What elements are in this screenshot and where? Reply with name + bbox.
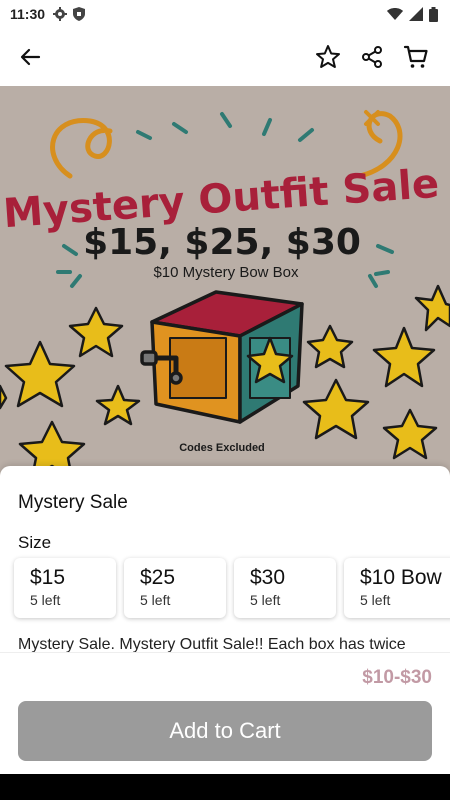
favorite-button[interactable] (308, 37, 348, 77)
add-to-cart-button[interactable]: Add to Cart (18, 701, 432, 761)
star-outline-icon (316, 45, 340, 68)
product-details-sheet: Mystery Sale Size $15 5 left $25 5 left … (0, 466, 450, 656)
size-stock: 5 left (140, 592, 171, 608)
app-bar (0, 28, 450, 86)
star-shape (382, 408, 438, 460)
star-shape (0, 384, 8, 410)
product-image[interactable]: Mystery Outfit Sale $15, $25, $30 $10 My… (0, 86, 450, 476)
status-time: 11:30 (10, 6, 46, 22)
star-shape (414, 284, 450, 332)
mystery-box (140, 290, 304, 424)
cart-icon (403, 45, 428, 68)
size-options: $15 5 left $25 5 left $30 5 left $10 Bow… (14, 558, 450, 618)
size-option-25[interactable]: $25 5 left (124, 558, 226, 618)
signal-icon (409, 7, 423, 21)
size-option-30[interactable]: $30 5 left (234, 558, 336, 618)
size-price: $25 (140, 566, 176, 589)
mystery-sale-graphic: Mystery Outfit Sale $15, $25, $30 $10 My… (0, 110, 450, 476)
share-button[interactable] (352, 37, 392, 77)
size-stock: 5 left (360, 592, 391, 608)
size-option-10-bow[interactable]: $10 Bow 5 left (344, 558, 450, 618)
size-price: $15 (30, 566, 66, 589)
back-button[interactable] (10, 37, 50, 77)
battery-icon (429, 6, 438, 22)
shield-icon (73, 7, 86, 21)
swirl-left (50, 118, 113, 179)
star-shape (302, 378, 370, 440)
hero-prices: $15, $25, $30 (83, 222, 361, 263)
price-range: $10-$30 (362, 667, 432, 688)
size-price: $30 (250, 566, 286, 589)
size-price: $10 Bow (360, 566, 442, 589)
product-title: Mystery Sale (18, 492, 128, 513)
hero-subline: $10 Mystery Bow Box (153, 264, 299, 281)
size-stock: 5 left (250, 592, 281, 608)
status-bar: 11:30 (0, 0, 450, 28)
star-shape (4, 340, 76, 408)
hero-footnote: Codes Excluded (179, 442, 265, 454)
star-shape (306, 324, 354, 369)
wifi-icon (387, 8, 403, 20)
star-shape (68, 306, 124, 358)
size-stock: 5 left (30, 592, 61, 608)
star-shape (95, 384, 141, 426)
system-navigation-bar (0, 774, 450, 800)
star-shape (372, 326, 436, 388)
share-icon (362, 46, 382, 68)
size-option-15[interactable]: $15 5 left (14, 558, 116, 618)
gear-icon (53, 7, 68, 21)
cart-button[interactable] (396, 37, 436, 77)
purchase-footer: $10-$30 Add to Cart (0, 652, 450, 774)
back-arrow-icon (20, 48, 41, 66)
size-label: Size (18, 533, 52, 552)
